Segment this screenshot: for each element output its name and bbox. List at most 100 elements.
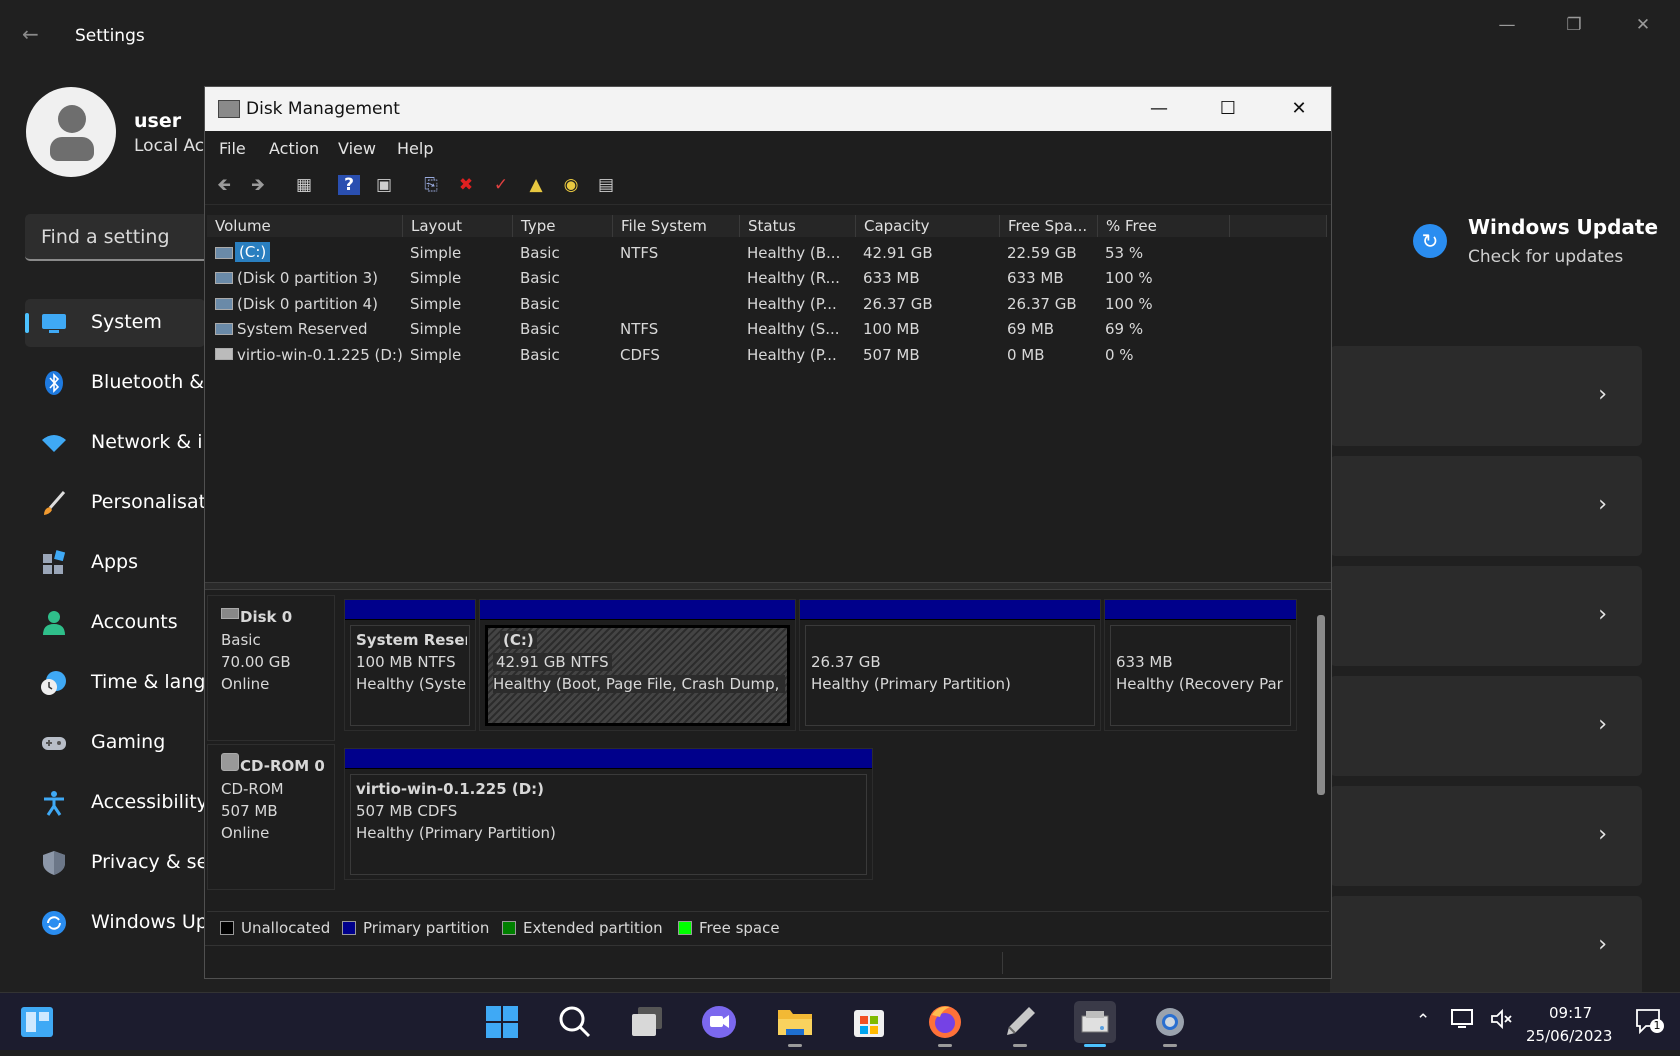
- partition-disk0-4[interactable]: 26.37 GB Healthy (Primary Partition): [799, 599, 1101, 731]
- partition-detail: 633 MB: [1116, 653, 1173, 671]
- partition-c[interactable]: (C:) 42.91 GB NTFS Healthy (Boot, Page F…: [479, 599, 796, 731]
- close-button[interactable]: ✕: [1279, 93, 1319, 125]
- disk-header[interactable]: Disk 0 Basic 70.00 GB Online: [207, 595, 335, 741]
- pane-splitter[interactable]: [205, 582, 1331, 590]
- settings-card[interactable]: ›: [1330, 346, 1642, 446]
- volume-muted-icon[interactable]: [1489, 1007, 1515, 1036]
- disk-size: 507 MB: [221, 802, 278, 820]
- partition-status: Healthy (Primary Partition): [811, 675, 1011, 693]
- nav-label: Personalisati: [91, 491, 212, 513]
- nav-selection-indicator: [25, 313, 29, 333]
- nav-label: Time & lang: [91, 671, 206, 693]
- menu-file[interactable]: File: [219, 139, 246, 158]
- maximize-button[interactable]: ☐: [1208, 93, 1248, 125]
- windows-update-title[interactable]: Windows Update: [1468, 215, 1658, 239]
- partition-system-reserved[interactable]: System Reserv 100 MB NTFS Healthy (Syste…: [344, 599, 476, 731]
- task-view-icon[interactable]: [626, 1001, 668, 1043]
- column-header[interactable]: File System: [613, 215, 740, 237]
- status-bar: [205, 945, 1331, 978]
- free-cell: 26.37 GB: [1007, 295, 1077, 313]
- nav-item-personalisation[interactable]: Personalisati: [25, 479, 211, 527]
- folder-up-icon[interactable]: ▲: [525, 175, 547, 195]
- minimize-button[interactable]: —: [1139, 93, 1179, 125]
- start-icon[interactable]: [481, 1001, 523, 1043]
- console-tree-icon[interactable]: ▦: [293, 175, 315, 195]
- disk-type: CD-ROM: [221, 780, 284, 798]
- menu-view[interactable]: View: [338, 139, 376, 158]
- column-header[interactable]: Free Spa...: [1000, 215, 1098, 237]
- partition-d[interactable]: virtio-win-0.1.225 (D:) 507 MB CDFS Heal…: [344, 748, 873, 880]
- widgets-icon[interactable]: [16, 1001, 58, 1043]
- nav-item-privacy[interactable]: Privacy & se: [25, 839, 208, 887]
- column-header[interactable]: Capacity: [856, 215, 1000, 237]
- view-icon[interactable]: ▤: [595, 175, 617, 195]
- back-arrow-icon[interactable]: ←: [22, 22, 50, 50]
- partition-detail: 26.37 GB: [811, 653, 881, 671]
- disk-header[interactable]: CD-ROM 0 CD-ROM 507 MB Online: [207, 744, 335, 890]
- back-icon[interactable]: 🡸: [213, 175, 235, 195]
- settings-card[interactable]: ›: [1330, 676, 1642, 776]
- avatar[interactable]: [26, 87, 116, 177]
- minimize-button[interactable]: —: [1489, 10, 1525, 40]
- close-button[interactable]: ✕: [1625, 10, 1661, 40]
- volume-name: virtio-win-0.1.225 (D:): [237, 346, 403, 364]
- chat-icon[interactable]: [698, 1001, 740, 1043]
- partition-recovery[interactable]: 633 MB Healthy (Recovery Par: [1104, 599, 1297, 731]
- search-input[interactable]: Find a setting: [25, 214, 215, 261]
- nav-item-network[interactable]: Network & i: [25, 419, 205, 467]
- settings-card[interactable]: ›: [1330, 566, 1642, 666]
- column-header[interactable]: Type: [513, 215, 613, 237]
- nav-item-windows-update[interactable]: Windows Up: [25, 899, 208, 947]
- free-cell: 22.59 GB: [1007, 244, 1077, 262]
- action-pane-icon[interactable]: ▣: [373, 175, 395, 195]
- notification-icon[interactable]: 1: [1634, 1007, 1664, 1040]
- restore-button[interactable]: ❐: [1556, 10, 1592, 40]
- column-header[interactable]: % Free: [1098, 215, 1230, 237]
- settings-gear-icon[interactable]: [1149, 1001, 1191, 1047]
- capacity-cell: 100 MB: [863, 320, 920, 338]
- settings-card[interactable]: ›: [1330, 456, 1642, 556]
- properties-icon[interactable]: ✓: [490, 175, 512, 195]
- volume-name: System Reserved: [237, 320, 368, 338]
- disk-name: CD-ROM 0: [240, 757, 325, 775]
- clock-time[interactable]: 09:17: [1549, 1004, 1592, 1022]
- help-icon[interactable]: ?: [338, 175, 360, 195]
- file-explorer-icon[interactable]: [774, 1001, 816, 1047]
- legend: Unallocated Primary partition Extended p…: [207, 911, 1329, 941]
- delete-icon[interactable]: ✖: [455, 175, 477, 195]
- settings-card[interactable]: ›: [1330, 786, 1642, 886]
- search-icon[interactable]: [553, 1001, 595, 1043]
- connect-icon[interactable]: ⎘: [420, 175, 442, 195]
- scrollbar-thumb[interactable]: [1317, 615, 1325, 795]
- menu-help[interactable]: Help: [397, 139, 433, 158]
- nav-item-apps[interactable]: Apps: [25, 539, 205, 587]
- settings-card[interactable]: ›: [1330, 896, 1642, 996]
- vertical-scrollbar[interactable]: [1314, 595, 1328, 920]
- fs-cell: CDFS: [620, 346, 660, 364]
- nav-label: Bluetooth &: [91, 371, 205, 393]
- nav-item-gaming[interactable]: Gaming: [25, 719, 205, 767]
- network-icon[interactable]: [1450, 1007, 1476, 1036]
- menu-action[interactable]: Action: [269, 139, 319, 158]
- unallocated-swatch: [220, 921, 234, 935]
- nav-item-system[interactable]: System: [25, 299, 205, 347]
- nav-item-accessibility[interactable]: Accessibility: [25, 779, 208, 827]
- nav-item-accounts[interactable]: Accounts: [25, 599, 205, 647]
- column-header[interactable]: Status: [740, 215, 856, 237]
- column-header[interactable]: Layout: [403, 215, 513, 237]
- chevron-right-icon: ›: [1598, 492, 1607, 517]
- disk-management-icon[interactable]: [1074, 1001, 1116, 1047]
- firefox-icon[interactable]: [924, 1001, 966, 1047]
- forward-icon[interactable]: 🡺: [247, 175, 269, 195]
- partition-name: virtio-win-0.1.225 (D:): [356, 780, 545, 798]
- nav-item-time-language[interactable]: Time & lang: [25, 659, 205, 707]
- clock-date[interactable]: 25/06/2023: [1526, 1027, 1612, 1045]
- disk-state: Online: [221, 675, 270, 693]
- search-folder-icon[interactable]: ◉: [560, 175, 582, 195]
- pen-tool-icon[interactable]: [999, 1001, 1041, 1047]
- column-header[interactable]: Volume: [207, 215, 403, 237]
- title-bar[interactable]: Disk Management — ☐ ✕: [205, 87, 1331, 131]
- chevron-up-icon[interactable]: ⌃: [1416, 1011, 1430, 1031]
- nav-item-bluetooth[interactable]: Bluetooth &: [25, 359, 205, 407]
- store-icon[interactable]: [848, 1001, 890, 1043]
